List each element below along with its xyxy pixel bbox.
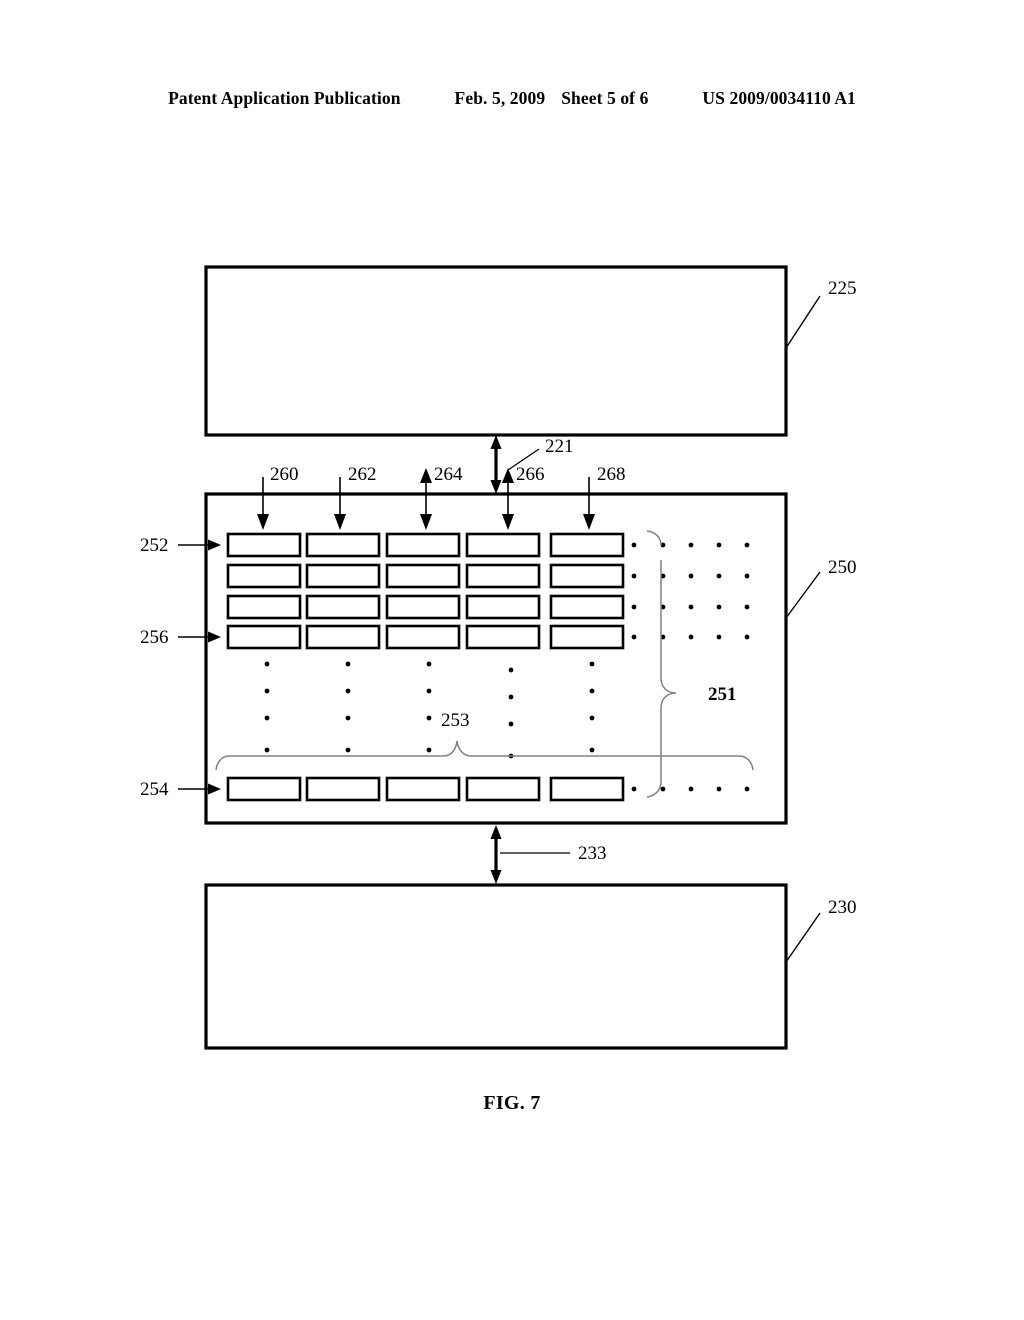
grid-cell (385, 594, 461, 620)
leader-line-250 (785, 571, 821, 619)
ref-label-252: 252 (140, 535, 169, 556)
col-arrow-262 (334, 477, 346, 530)
ref-label-233: 233 (578, 843, 607, 864)
grid-cell (385, 776, 461, 802)
ref-label-254: 254 (140, 779, 169, 800)
grid-cell (549, 594, 625, 620)
grid-cell (305, 624, 381, 650)
figure-7-drawing: 225 221 260 262 264 266 268 250 252 256 … (0, 0, 1024, 1320)
grid-cell (305, 532, 381, 558)
ellipsis-dots-vertical (264, 661, 595, 759)
grid-cell (549, 563, 625, 589)
connector-233 (490, 825, 502, 884)
grid-cell (226, 776, 302, 802)
ref-label-256: 256 (140, 627, 169, 648)
grid-cell (465, 563, 541, 589)
col-arrow-260 (257, 477, 269, 530)
grid-cell (226, 563, 302, 589)
grid-cell (385, 563, 461, 589)
grid-cell (465, 594, 541, 620)
ref-label-264: 264 (434, 464, 463, 485)
ref-label-230: 230 (828, 897, 857, 918)
row-label-arrow-256 (178, 631, 221, 643)
connector-221 (490, 435, 502, 494)
ref-label-266: 266 (516, 464, 545, 485)
grid-cell (226, 532, 302, 558)
grid-cell (549, 776, 625, 802)
col-arrow-268 (583, 477, 595, 530)
grid-cell (465, 776, 541, 802)
ref-label-268: 268 (597, 464, 626, 485)
leader-line-225 (785, 295, 821, 349)
col-arrow-264 (420, 468, 432, 530)
block-230 (204, 883, 788, 1050)
block-225 (204, 265, 788, 437)
grid-cell (549, 624, 625, 650)
ref-label-253: 253 (441, 710, 470, 731)
figure-caption: FIG. 7 (483, 1092, 541, 1114)
ref-label-262: 262 (348, 464, 377, 485)
brace-251 (646, 530, 677, 798)
grid-cell (549, 532, 625, 558)
grid-cell (385, 624, 461, 650)
ref-label-250: 250 (828, 557, 857, 578)
grid-cell (226, 594, 302, 620)
grid-cell (226, 624, 302, 650)
grid-cell (305, 594, 381, 620)
ref-label-225: 225 (828, 278, 857, 299)
cell-grid (226, 532, 625, 802)
grid-cell (385, 532, 461, 558)
leader-line-230 (785, 912, 821, 963)
brace-253 (215, 740, 754, 771)
grid-cell (465, 532, 541, 558)
grid-cell (305, 776, 381, 802)
col-arrow-266 (502, 468, 514, 530)
row-label-arrow-252 (178, 539, 221, 551)
ref-label-251: 251 (708, 684, 737, 705)
grid-cell (305, 563, 381, 589)
ref-label-221: 221 (545, 436, 574, 457)
ellipsis-dots-right (631, 542, 750, 792)
row-label-arrow-254 (178, 783, 221, 795)
grid-cell (465, 624, 541, 650)
ref-label-260: 260 (270, 464, 299, 485)
